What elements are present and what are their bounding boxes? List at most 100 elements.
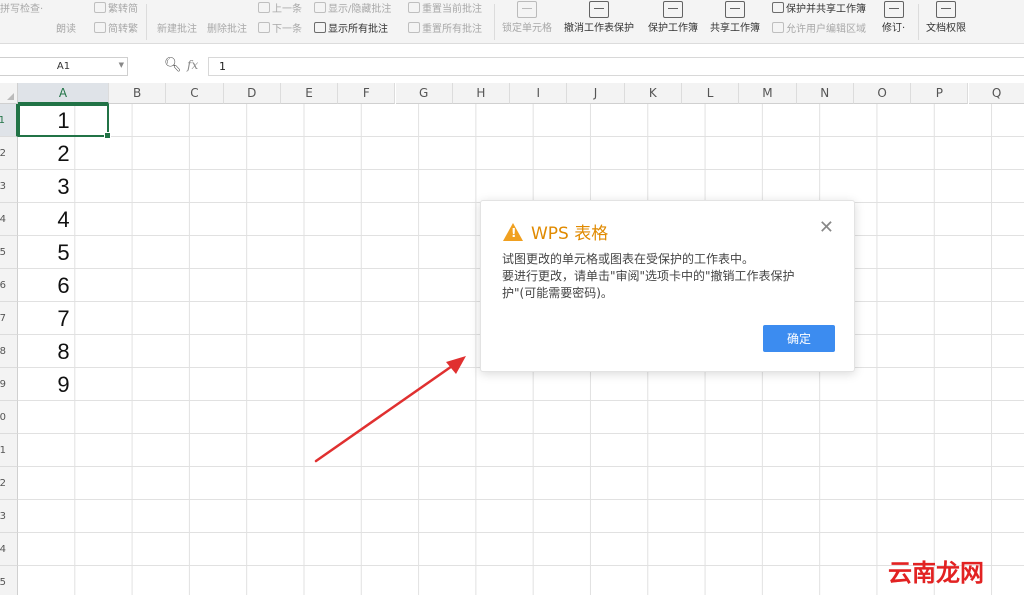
column-header-m[interactable]: M bbox=[739, 83, 797, 104]
formula-input[interactable]: 1 bbox=[208, 57, 1024, 76]
trad-to-simp-label: 繁转简 bbox=[108, 4, 138, 15]
column-header-p[interactable]: P bbox=[911, 83, 969, 104]
dialog-title: WPS 表格 bbox=[531, 224, 609, 244]
row-header-10[interactable]: 10 bbox=[0, 401, 18, 434]
lock-cell-label: 锁定单元格 bbox=[502, 23, 552, 34]
lock-icon bbox=[517, 1, 537, 18]
active-cell-selection[interactable] bbox=[18, 104, 111, 139]
column-header-i[interactable]: I bbox=[510, 83, 568, 104]
wps-spreadsheet-window: 拼写检查· 拼写检查· 朗读 繁转简 简转繁 新建批注 删除批注 上一条 下 bbox=[0, 0, 1024, 595]
row-header-13[interactable]: 13 bbox=[0, 500, 18, 533]
protect-share-workbook-button[interactable]: 保护并共享工作簿 bbox=[772, 0, 866, 15]
reset-all-comments-button[interactable]: 重置所有批注 bbox=[408, 20, 482, 35]
review-ribbon: 拼写检查· 拼写检查· 朗读 繁转简 简转繁 新建批注 删除批注 上一条 下 bbox=[0, 0, 1024, 44]
select-all-button[interactable] bbox=[0, 83, 18, 104]
row-header-4[interactable]: 4 bbox=[0, 203, 18, 236]
column-header-g[interactable]: G bbox=[395, 83, 453, 104]
reset-all-comments-label: 重置所有批注 bbox=[422, 24, 482, 35]
share-workbook-icon bbox=[725, 1, 745, 18]
column-header-o[interactable]: O bbox=[853, 83, 912, 104]
row-header-11[interactable]: 11 bbox=[0, 434, 18, 467]
protect-workbook-button[interactable]: 保护工作簿 bbox=[648, 0, 698, 34]
spell-check-button[interactable]: 拼写检查· bbox=[0, 0, 43, 15]
cell-a6[interactable]: 6 bbox=[18, 269, 109, 302]
cell-a4[interactable]: 4 bbox=[18, 203, 109, 236]
row-header-9[interactable]: 9 bbox=[0, 368, 18, 401]
cell-a7[interactable]: 7 bbox=[18, 302, 109, 335]
row-header-6[interactable]: 6 bbox=[0, 269, 18, 302]
column-header-h[interactable]: H bbox=[452, 83, 511, 104]
spell-check-label: 拼写检查· bbox=[0, 4, 44, 15]
new-comment-button[interactable]: 新建批注 bbox=[157, 20, 197, 35]
document-permissions-button[interactable]: 文档权限 bbox=[926, 0, 966, 34]
document-permissions-label: 文档权限 bbox=[926, 23, 966, 34]
cell-a5[interactable]: 5 bbox=[18, 236, 109, 269]
row-header-14[interactable]: 14 bbox=[0, 533, 18, 566]
column-header-n[interactable]: N bbox=[796, 83, 854, 104]
protect-share-icon bbox=[772, 2, 784, 13]
column-header-k[interactable]: K bbox=[624, 83, 682, 104]
row-header-15[interactable]: 15 bbox=[0, 566, 18, 595]
cell-a2[interactable]: 2 bbox=[18, 137, 109, 170]
row-header-1[interactable]: 1 bbox=[0, 104, 18, 137]
ok-button[interactable]: 确定 bbox=[763, 325, 835, 352]
column-header-a[interactable]: A bbox=[18, 83, 109, 104]
watermark-text: 云南 bbox=[888, 559, 936, 587]
allow-edit-ranges-label: 允许用户编辑区域 bbox=[786, 24, 866, 35]
row-header-2[interactable]: 2 bbox=[0, 137, 18, 170]
name-box[interactable]: A1 ▼ bbox=[0, 57, 128, 76]
cell-a9[interactable]: 9 bbox=[18, 368, 109, 401]
dialog-message-line: 要进行更改，请单击"审阅"选项卡中的"撤销工作表保护 bbox=[502, 269, 795, 283]
show-all-comments-button[interactable]: 显示所有批注 bbox=[314, 20, 388, 35]
read-aloud-button[interactable]: 朗读 bbox=[56, 20, 76, 35]
next-comment-label: 下一条 bbox=[272, 24, 302, 35]
column-header-l[interactable]: L bbox=[682, 83, 740, 104]
column-header-d[interactable]: D bbox=[223, 83, 281, 104]
arrow-down-icon bbox=[258, 22, 270, 33]
cell-a8[interactable]: 8 bbox=[18, 335, 109, 368]
zoom-icon[interactable]: 🔍︎ bbox=[164, 57, 182, 73]
formula-bar: A1 ▼ 🔍︎ fx 1 bbox=[0, 55, 1024, 79]
column-header-e[interactable]: E bbox=[280, 83, 339, 104]
row-header-5[interactable]: 5 bbox=[0, 236, 18, 269]
previous-comment-label: 上一条 bbox=[272, 4, 302, 15]
unprotect-sheet-icon bbox=[589, 1, 609, 18]
reset-current-comment-label: 重置当前批注 bbox=[422, 4, 482, 15]
toggle-comment-button[interactable]: 显示/隐藏批注 bbox=[314, 0, 391, 15]
column-header-q[interactable]: Q bbox=[968, 83, 1024, 104]
chevron-down-icon[interactable]: ▼ bbox=[119, 61, 124, 69]
allow-edit-ranges-button[interactable]: 允许用户编辑区域 bbox=[772, 20, 866, 35]
row-header-7[interactable]: 7 bbox=[0, 302, 18, 335]
column-header-f[interactable]: F bbox=[338, 83, 396, 104]
row-header-3[interactable]: 3 bbox=[0, 170, 18, 203]
column-header-b[interactable]: B bbox=[109, 83, 167, 104]
previous-comment-button[interactable]: 上一条 bbox=[258, 0, 302, 15]
protected-sheet-dialog: ! WPS 表格 ✕ 试图更改的单元格或图表在受保护的工作表中。 要进行更改，请… bbox=[480, 200, 855, 372]
convert-icon bbox=[94, 2, 106, 13]
simp-to-trad-label: 简转繁 bbox=[108, 24, 138, 35]
cell-a3[interactable]: 3 bbox=[18, 170, 109, 203]
column-header-c[interactable]: C bbox=[166, 83, 224, 104]
track-changes-button[interactable]: 修订· bbox=[882, 0, 905, 34]
reset-current-comment-button[interactable]: 重置当前批注 bbox=[408, 0, 482, 15]
unprotect-sheet-button[interactable]: 撤消工作表保护 bbox=[564, 0, 634, 34]
next-comment-button[interactable]: 下一条 bbox=[258, 20, 302, 35]
name-box-value: A1 bbox=[56, 61, 71, 72]
unprotect-sheet-label: 撤消工作表保护 bbox=[564, 23, 634, 34]
close-icon[interactable]: ✕ bbox=[819, 219, 834, 237]
dialog-message: 试图更改的单元格或图表在受保护的工作表中。 要进行更改，请单击"审阅"选项卡中的… bbox=[502, 251, 822, 302]
lock-cell-button[interactable]: 锁定单元格 bbox=[502, 0, 552, 34]
share-workbook-button[interactable]: 共享工作簿 bbox=[710, 0, 760, 34]
dialog-title-bar: ! WPS 表格 bbox=[503, 219, 608, 244]
dialog-message-line: 护"(可能需要密码)。 bbox=[502, 286, 613, 300]
edit-ranges-icon bbox=[772, 22, 784, 33]
trad-to-simp-button[interactable]: 繁转简 bbox=[94, 0, 138, 15]
row-header-12[interactable]: 12 bbox=[0, 467, 18, 500]
fx-icon[interactable]: fx bbox=[187, 58, 198, 72]
delete-comment-button[interactable]: 删除批注 bbox=[207, 20, 247, 35]
column-header-j[interactable]: J bbox=[567, 83, 625, 104]
row-header-8[interactable]: 8 bbox=[0, 335, 18, 368]
simp-to-trad-button[interactable]: 简转繁 bbox=[94, 20, 138, 35]
show-all-comments-label: 显示所有批注 bbox=[328, 24, 388, 35]
spell-check-dropdown[interactable]: 拼写检查· bbox=[0, 20, 43, 35]
